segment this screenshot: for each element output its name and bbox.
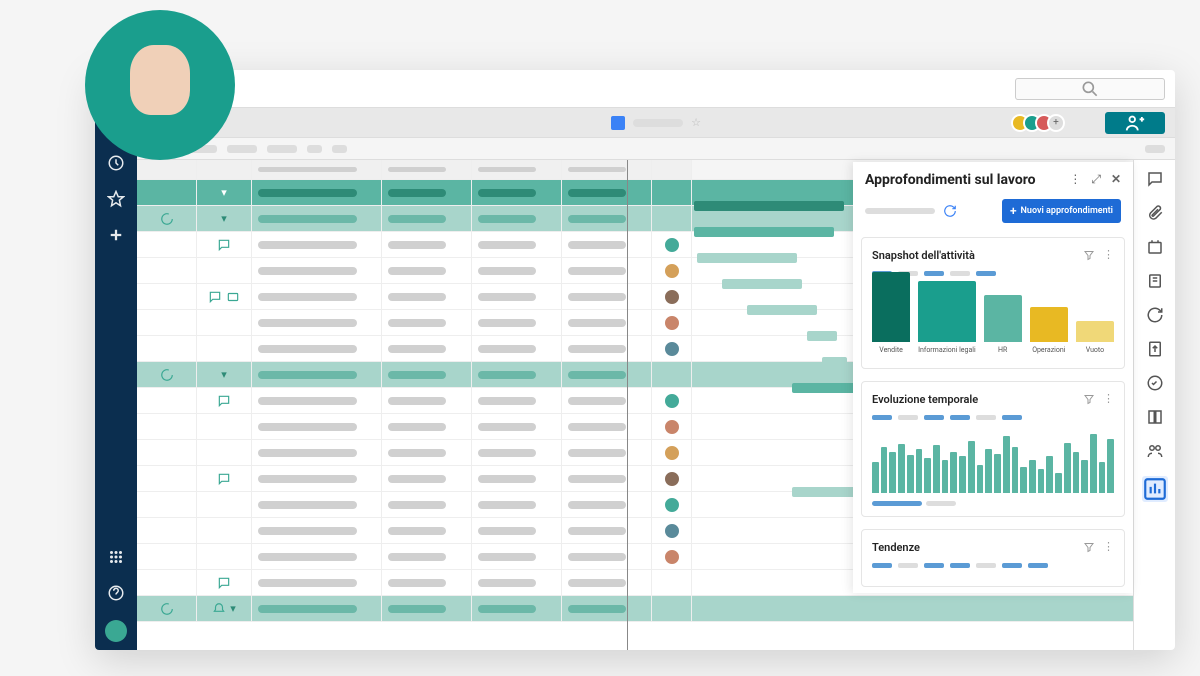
filter-icon[interactable]: [1083, 540, 1095, 555]
trends-card: Tendenze ⋮: [861, 529, 1125, 587]
card-title: Snapshot dell'attività: [872, 249, 1083, 262]
comment-icon[interactable]: [208, 290, 222, 304]
insights-title: Approfondimenti sul lavoro: [865, 172, 1061, 189]
subgroup-row[interactable]: ▾: [137, 596, 1133, 622]
right-nav-rail: [1133, 160, 1175, 650]
comments-panel-icon[interactable]: [1146, 170, 1164, 188]
app-window: smartsheet ☆ +: [95, 70, 1175, 650]
assignee-avatar[interactable]: [664, 263, 680, 279]
document-icon: [611, 116, 625, 130]
more-icon[interactable]: ⋮: [1069, 172, 1081, 187]
assignee-avatar[interactable]: [664, 471, 680, 487]
top-bar: smartsheet: [137, 70, 1175, 108]
help-icon[interactable]: [107, 584, 125, 602]
close-icon[interactable]: ✕: [1111, 172, 1121, 187]
presence-more[interactable]: +: [1047, 114, 1065, 132]
user-avatar-large: [85, 10, 235, 160]
attachment-icon[interactable]: [160, 602, 174, 616]
comment-icon[interactable]: [217, 576, 231, 590]
reminder-icon[interactable]: [212, 602, 226, 616]
assignee-avatar[interactable]: [664, 341, 680, 357]
comment-icon[interactable]: [217, 238, 231, 252]
insights-panel-icon[interactable]: [1142, 476, 1168, 502]
attachments-panel-icon[interactable]: [1146, 204, 1164, 222]
add-icon[interactable]: [107, 226, 125, 244]
today-marker: [627, 160, 628, 650]
card-title: Evoluzione temporale: [872, 393, 1083, 406]
recent-icon[interactable]: [107, 154, 125, 172]
refresh-icon[interactable]: [943, 204, 957, 218]
publish-panel-icon[interactable]: [1146, 340, 1164, 358]
assignee-avatar[interactable]: [664, 497, 680, 513]
global-search[interactable]: [1015, 78, 1165, 100]
card-legend: [872, 563, 1114, 568]
assignee-avatar[interactable]: [664, 445, 680, 461]
activity-log-icon[interactable]: [1146, 374, 1164, 392]
card-title: Tendenze: [872, 541, 1083, 554]
toolbar-item[interactable]: [227, 145, 257, 153]
evolution-bar-chart: [872, 428, 1114, 493]
brandfolder-panel-icon[interactable]: [1146, 272, 1164, 290]
card-legend: [872, 415, 1114, 420]
summary-panel-icon[interactable]: [1146, 408, 1164, 426]
snapshot-card: Snapshot dell'attività ⋮ VenditeInformaz…: [861, 237, 1125, 369]
comment-icon[interactable]: [217, 394, 231, 408]
attachment-icon[interactable]: [160, 212, 174, 226]
document-tab-bar: ☆ +: [137, 108, 1175, 138]
evolution-card: Evoluzione temporale ⋮: [861, 381, 1125, 517]
share-button[interactable]: [1105, 112, 1165, 134]
star-icon[interactable]: [107, 190, 125, 208]
comment-icon[interactable]: [217, 472, 231, 486]
card-more-icon[interactable]: ⋮: [1103, 392, 1114, 407]
toolbar-item[interactable]: [307, 145, 322, 153]
filter-icon[interactable]: [1083, 392, 1095, 407]
assignee-avatar[interactable]: [664, 289, 680, 305]
presence-avatars[interactable]: +: [1017, 114, 1065, 132]
proofs-panel-icon[interactable]: [1146, 238, 1164, 256]
card-more-icon[interactable]: ⋮: [1103, 248, 1114, 263]
new-insights-button[interactable]: + Nuovi approfondimenti: [1002, 199, 1121, 223]
filter-icon[interactable]: [1083, 248, 1095, 263]
assignee-avatar[interactable]: [664, 237, 680, 253]
assignee-avatar[interactable]: [664, 549, 680, 565]
formatting-toolbar: [137, 138, 1175, 160]
favorite-star-icon[interactable]: ☆: [691, 116, 701, 129]
proof-icon[interactable]: [226, 290, 240, 304]
assignee-avatar[interactable]: [664, 393, 680, 409]
insights-panel: Approfondimenti sul lavoro ⋮ ⤢ ✕ + Nuovi…: [853, 162, 1133, 593]
assignee-avatar[interactable]: [664, 523, 680, 539]
assignee-avatar[interactable]: [664, 315, 680, 331]
apps-icon[interactable]: [107, 548, 125, 566]
update-requests-icon[interactable]: [1146, 306, 1164, 324]
attachment-icon[interactable]: [160, 368, 174, 382]
assignee-avatar[interactable]: [664, 419, 680, 435]
card-more-icon[interactable]: ⋮: [1103, 540, 1114, 555]
toolbar-item[interactable]: [332, 145, 347, 153]
snapshot-bar-chart: VenditeInformazioni legaliHROperazioniVu…: [872, 284, 1114, 354]
left-nav-rail: [95, 70, 137, 650]
toolbar-item[interactable]: [267, 145, 297, 153]
expand-icon[interactable]: ⤢: [1091, 172, 1101, 187]
resource-panel-icon[interactable]: [1146, 442, 1164, 460]
document-title-placeholder[interactable]: [633, 119, 683, 127]
user-avatar-small[interactable]: [105, 620, 127, 642]
toolbar-more[interactable]: [1145, 145, 1165, 153]
